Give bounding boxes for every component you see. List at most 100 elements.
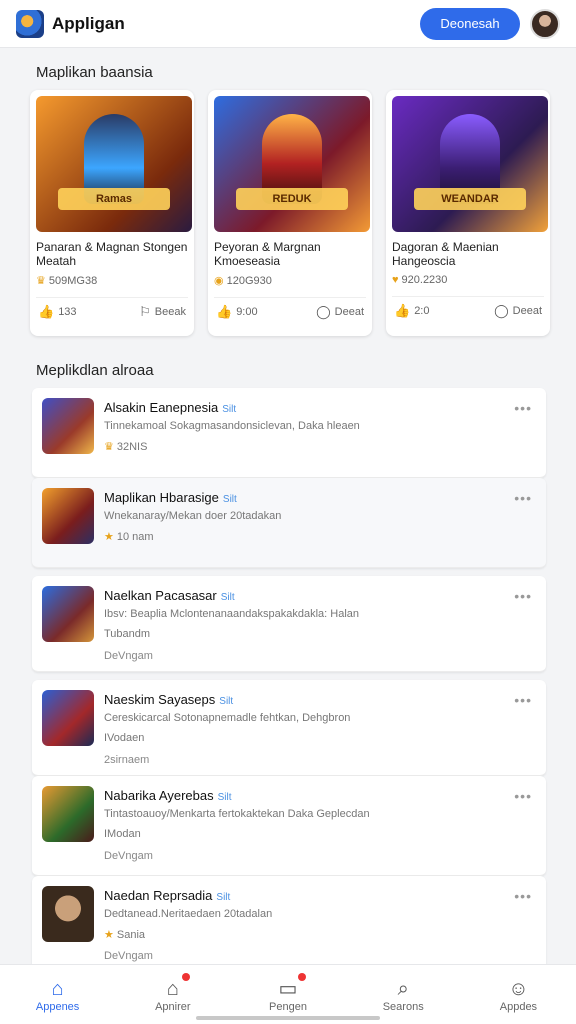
crown-icon: ♛: [104, 441, 114, 453]
comment-button[interactable]: ◯ Deeat: [316, 304, 364, 320]
more-options-icon[interactable]: •••: [514, 788, 532, 804]
featured-card-meta: ♛ 509MG38: [36, 274, 188, 287]
nav-tab-label: Searons: [382, 1000, 424, 1013]
divider: [392, 296, 544, 297]
list-item-tag: Silt: [216, 892, 231, 903]
featured-card-meta-value: 920.2230: [401, 274, 448, 286]
list-item-title: Alsakin Eanepnesia Silt: [104, 400, 236, 415]
list-item-title-text: Alsakin Eanepnesia: [104, 400, 219, 415]
like-button[interactable]: 👍 133: [38, 304, 77, 320]
list-item-meta: ★ 10 nam: [104, 530, 154, 543]
like-button[interactable]: 👍 2:0: [394, 303, 429, 319]
app-thumbnail: [42, 398, 94, 454]
more-options-icon[interactable]: •••: [514, 888, 532, 904]
card-banner: REDUK: [236, 188, 348, 210]
list-item-title: Maplikan Hbarasige Silt: [104, 490, 237, 505]
list-item-tag: Silt: [217, 792, 232, 803]
more-options-icon[interactable]: •••: [514, 692, 532, 708]
comment-icon: ◯: [316, 304, 331, 319]
featured-card[interactable]: Ramas Panaran & Magnan Stongen Meatah ♛ 5…: [30, 90, 194, 336]
list-item-title: Naedan Reprsadia Silt: [104, 888, 230, 903]
heart-icon: ♥: [392, 274, 399, 286]
more-options-icon[interactable]: •••: [514, 588, 532, 604]
nav-tab-profile[interactable]: ☺ Appdes: [461, 965, 576, 1024]
list-item-title-text: Nabarika Ayerebas: [104, 788, 214, 803]
list-item-meta-value: Sania: [116, 929, 146, 941]
list-item[interactable]: Naeskim Sayaseps Silt Cereskicarcal Soton…: [32, 680, 546, 776]
star-icon: ★: [104, 531, 114, 543]
app-logo-icon: [16, 9, 44, 38]
list-item[interactable]: Maplikan Hbarasige Silt Wnekanaray/Mekan …: [32, 478, 546, 568]
list-item[interactable]: Naelkan Pacasasar Silt Ibsv: Beaplia Mclo…: [32, 576, 546, 672]
list-item-meta: ★ Sania: [104, 928, 145, 941]
app-thumbnail: [42, 690, 94, 746]
featured-card-actions: 👍 9:00 ◯ Deeat: [214, 304, 366, 320]
like-button[interactable]: 👍 9:00: [216, 304, 258, 320]
list-item-extra: DeVngam: [104, 950, 153, 962]
list-item-tag: Silt: [222, 494, 237, 505]
crown-icon: ♛: [36, 275, 46, 287]
featured-card-meta: ♥ 920.2230: [392, 274, 544, 286]
app-title: Appligan: [52, 13, 125, 33]
list-item[interactable]: Naedan Reprsadia Silt Dedtanead.Neritaeda…: [32, 876, 546, 976]
list-item-title: Naelkan Pacasasar Silt: [104, 588, 235, 603]
bookmark-icon: ⚐: [139, 304, 151, 319]
featured-carousel: Ramas Panaran & Magnan Stongen Meatah ♛ 5…: [30, 90, 550, 338]
featured-card-actions: 👍 133 ⚐ Beeak: [36, 304, 188, 320]
featured-card-actions: 👍 2:0 ◯ Deeat: [392, 303, 544, 319]
nav-tab-home[interactable]: ⌂ Appenes: [0, 965, 115, 1024]
message-badge: [297, 973, 306, 981]
list-item-title-text: Naelkan Pacasasar: [104, 588, 217, 603]
list-item-title-text: Naeskim Sayaseps: [104, 692, 216, 707]
featured-card-meta-value: 509MG38: [48, 275, 98, 287]
list-item-meta: IVodaen: [104, 732, 145, 744]
list-item-extra: DeVngam: [104, 650, 153, 662]
featured-card[interactable]: REDUK Peyoran & Margnan Kmoeseasia ◉ 120G…: [208, 90, 372, 336]
list-item-extra: 2sirnaem: [104, 754, 150, 766]
app-thumbnail: [42, 586, 94, 642]
comment-label: Deeat: [512, 305, 542, 317]
comment-label: Deeat: [334, 306, 364, 318]
notifications-icon: ⌂: [166, 977, 179, 1000]
list-item-meta-value: 32NIS: [116, 441, 148, 453]
more-options-icon[interactable]: •••: [514, 490, 532, 506]
list-item-description: Dedtanead.Neritaedaen 20tadalan: [104, 908, 273, 920]
featured-card-image: Ramas: [36, 96, 192, 232]
featured-card-meta-value: 120G930: [226, 275, 272, 287]
header-action-button[interactable]: Deonesah: [420, 7, 520, 40]
list-item-description: Ibsv: Beaplia Mclontenanaandakspakakdakl…: [104, 608, 359, 620]
divider: [214, 297, 366, 298]
list-item-meta: IModan: [104, 828, 141, 840]
list-item-extra: DeVngam: [104, 850, 153, 862]
list-item[interactable]: Alsakin Eanepnesia Silt Tinnekamoal Sokag…: [32, 388, 546, 478]
nav-tab-label: Apnirer: [155, 1000, 191, 1013]
featured-card-title: Dagoran & Maenian Hangeoscia: [392, 240, 499, 268]
list-item-title-text: Naedan Reprsadia: [104, 888, 213, 903]
badge-icon: ◉: [214, 275, 224, 287]
app-thumbnail: [42, 488, 94, 544]
list-item[interactable]: Nabarika Ayerebas Silt Tintastoauoy/Menka…: [32, 776, 546, 876]
featured-section-title: Maplikan baansia: [36, 64, 153, 81]
nav-tab-label: Pengen: [269, 1000, 307, 1013]
like-count: 2:0: [414, 305, 430, 317]
more-options-icon[interactable]: •••: [514, 400, 532, 416]
featured-card-title: Peyoran & Margnan Kmoeseasia: [214, 240, 321, 268]
card-banner: WEANDAR: [414, 188, 526, 210]
bookmark-button[interactable]: ⚐ Beeak: [139, 304, 186, 320]
featured-card[interactable]: WEANDAR Dagoran & Maenian Hangeoscia ♥ 92…: [386, 90, 550, 336]
featured-card-meta: ◉ 120G930: [214, 274, 366, 287]
thumbs-up-icon: 👍: [216, 304, 233, 319]
comment-icon: ◯: [494, 303, 509, 318]
list-item-description: Tinnekamoal Sokagmasandonsiclevan, Daka …: [104, 420, 360, 432]
top-bar: Appligan Deonesah: [0, 0, 576, 48]
featured-card-image: WEANDAR: [392, 96, 548, 232]
notification-badge: [182, 973, 191, 981]
messages-icon: ▭: [278, 977, 298, 1000]
featured-card-title: Panaran & Magnan Stongen Meatah: [36, 240, 188, 268]
card-banner: Ramas: [58, 188, 170, 210]
comment-button[interactable]: ◯ Deeat: [494, 303, 542, 319]
search-icon: ⌕: [397, 977, 409, 1000]
user-avatar-icon[interactable]: [530, 8, 560, 39]
list-item-title: Nabarika Ayerebas Silt: [104, 788, 232, 803]
list-item-title: Naeskim Sayaseps Silt: [104, 692, 233, 707]
